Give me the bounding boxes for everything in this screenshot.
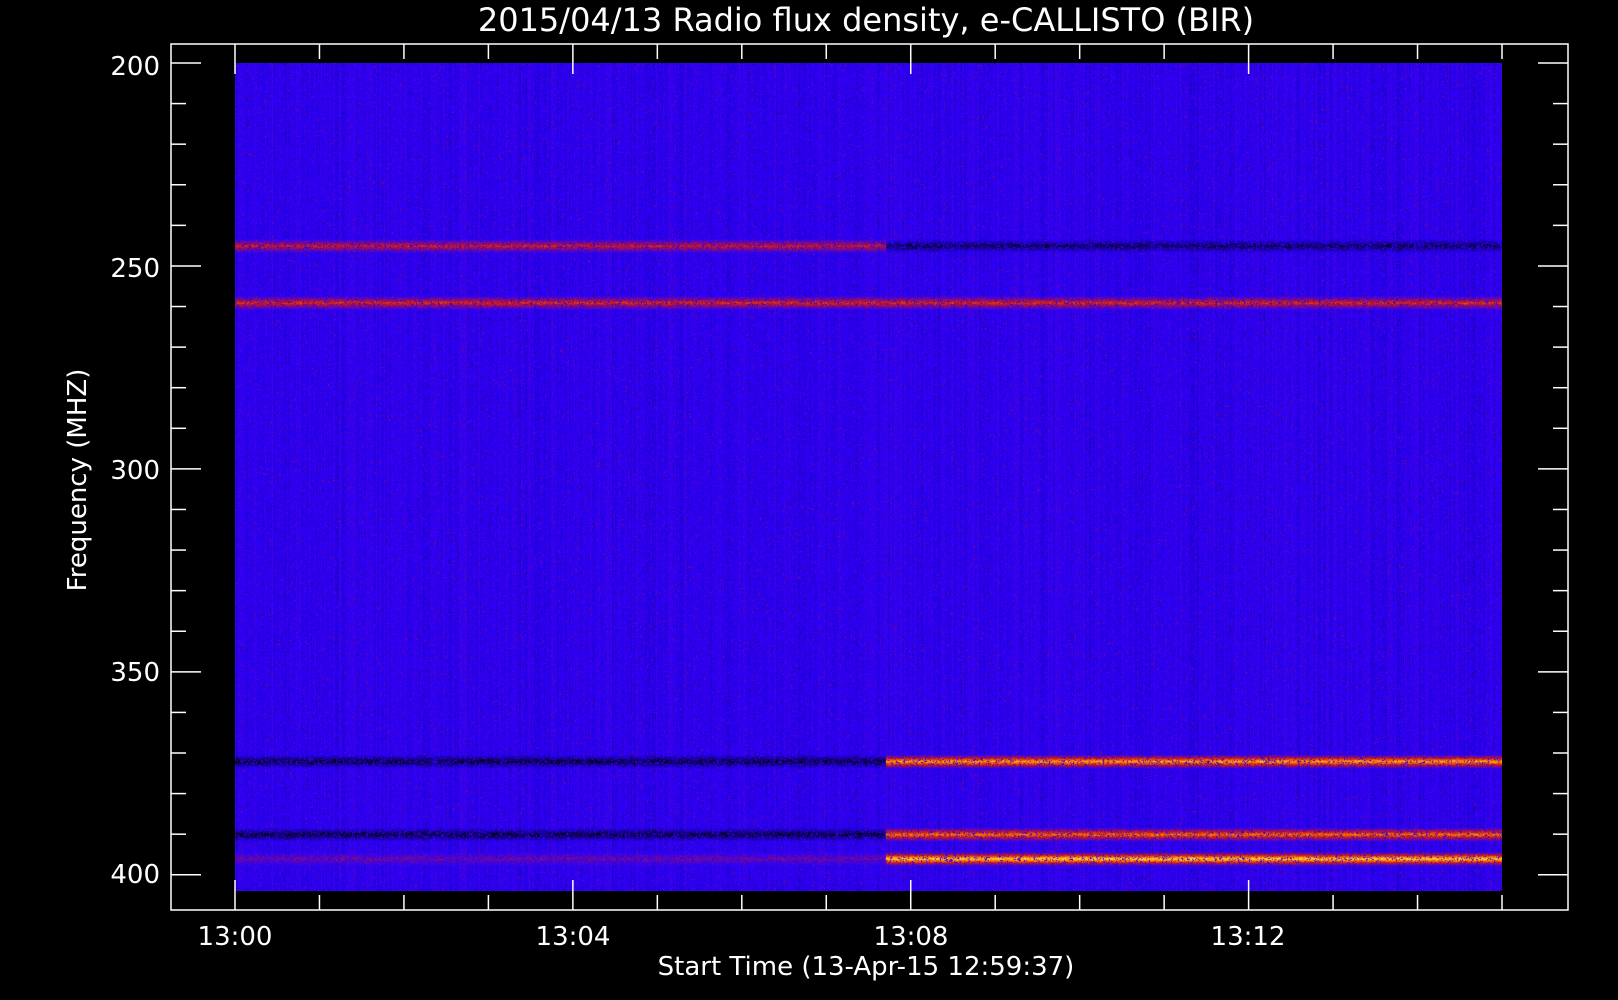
y-axis-tick-label-200: 200 — [110, 52, 160, 82]
x-axis-tick-label-1300: 13:00 — [198, 922, 273, 952]
y-axis-tick-label-250: 250 — [110, 254, 160, 284]
y-axis-label: Frequency (MHZ) — [63, 369, 93, 592]
spectrogram-figure: 2015/04/13 Radio flux density, e-CALLIST… — [63, 1, 1569, 982]
x-axis-label: Start Time (13-Apr-15 12:59:37) — [658, 952, 1075, 982]
spectrogram-image — [235, 63, 1502, 891]
x-axis-tick-label-1312: 13:12 — [1211, 922, 1286, 952]
chart-title: 2015/04/13 Radio flux density, e-CALLIST… — [478, 1, 1254, 39]
x-axis-tick-label-1304: 13:04 — [536, 922, 611, 952]
y-axis-tick-label-400: 400 — [110, 860, 160, 890]
spectrogram-image-holder — [235, 63, 1502, 891]
y-axis-tick-label-350: 350 — [110, 658, 160, 688]
y-axis-tick-label-300: 300 — [110, 456, 160, 486]
x-axis-tick-label-1308: 13:08 — [874, 922, 949, 952]
